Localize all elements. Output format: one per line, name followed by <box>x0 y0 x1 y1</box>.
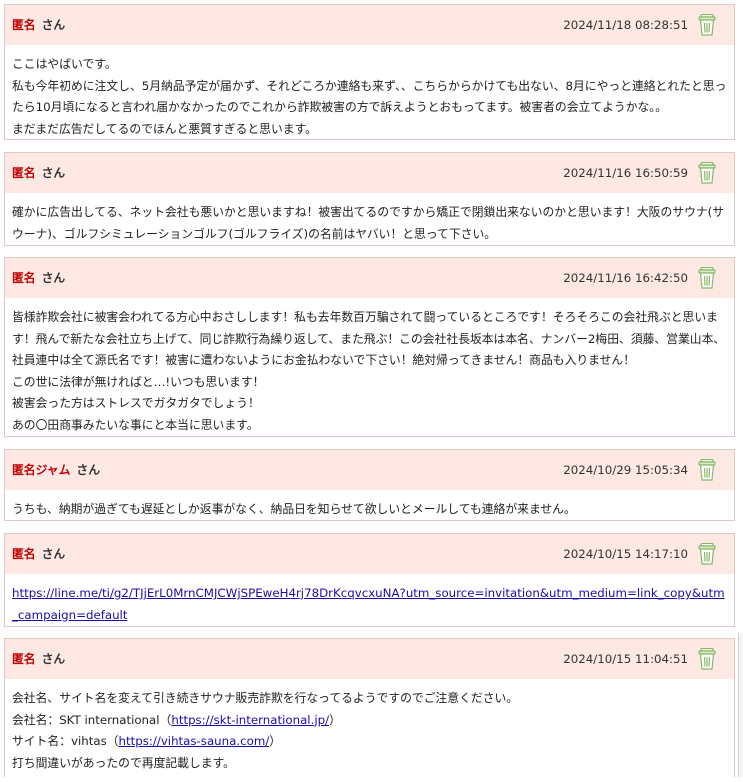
company-label: 会社名：SKT international（ <box>12 712 172 727</box>
comment-body: https://line.me/ti/g2/TJjErL0MrnCMJCWjSP… <box>5 574 734 634</box>
author-name: 匿名ジャム <box>12 463 71 477</box>
comment-author: 匿名 さん <box>12 546 65 562</box>
author-name: 匿名 <box>12 652 36 666</box>
comment-author: 匿名 さん <box>12 270 65 286</box>
site-line: サイト名：vihtas（https://vihtas-sauna.com/） <box>12 731 727 753</box>
comment-header: 匿名 さん 2024/11/18 08:28:51 <box>5 5 734 45</box>
trash-can-icon[interactable] <box>698 14 716 36</box>
comment-line: ここはやばいです。 <box>12 57 117 71</box>
comment-body: 皆様詐欺会社に被害会われてる方心中おさしします！私も去年数百万騙されて闘っている… <box>5 298 734 444</box>
author-name: 匿名 <box>12 547 36 561</box>
comment-body: 会社名、サイト名を変えて引き続きサウナ販売詐欺を行なってるようですのでご注意くだ… <box>5 679 734 782</box>
comment-header: 匿名 さん 2024/10/15 11:04:51 <box>5 639 734 679</box>
comment-header: 匿名 さん 2024/11/16 16:50:59 <box>5 153 734 193</box>
site-link[interactable]: https://vihtas-sauna.com/ <box>119 734 270 748</box>
trash-can-icon[interactable] <box>698 162 716 184</box>
comment-timestamp: 2024/10/29 15:05:34 <box>563 463 688 477</box>
comment-timestamp: 2024/11/16 16:50:59 <box>563 166 688 180</box>
comment-author: 匿名 さん <box>12 17 65 33</box>
comment-line: 確かに広告出してる、ネット会社も悪いかと思いますね！被害出てるのですから矯正で閉… <box>12 205 725 241</box>
comment-author: 匿名 さん <box>12 165 65 181</box>
trash-can-icon[interactable] <box>698 648 716 670</box>
comment-timestamp: 2024/11/16 16:42:50 <box>563 271 688 285</box>
comment-line: この世に法律が無ければと…!いつも思います！ <box>12 374 265 389</box>
author-name: 匿名 <box>12 271 36 285</box>
author-name: 匿名 <box>12 166 36 180</box>
comment-line: 会社名、サイト名を変えて引き続きサウナ販売詐欺を行なってるようですのでご注意くだ… <box>12 691 519 705</box>
comment-line: 被害会った方はストレスでガタガタでしょう！ <box>12 396 260 410</box>
author-suffix: さん <box>41 166 66 180</box>
scrollbar[interactable] <box>738 633 743 777</box>
author-suffix: さん <box>41 271 66 285</box>
comment-line: あの〇田商事みたいな事にと本当に思います。 <box>12 417 259 432</box>
site-close: ） <box>269 734 282 748</box>
trash-can-icon[interactable] <box>698 459 716 481</box>
comment-author: 匿名ジャム さん <box>12 462 100 478</box>
site-label: サイト名：vihtas（ <box>12 734 119 748</box>
comment-header: 匿名 さん 2024/11/16 16:42:50 <box>5 258 734 298</box>
comment-body: 確かに広告出してる、ネット会社も悪いかと思いますね！被害出てるのですから矯正で閉… <box>5 193 734 253</box>
author-suffix: さん <box>41 547 66 561</box>
comment-timestamp: 2024/10/15 11:04:51 <box>563 652 688 666</box>
comment-line: まだまだ広告だしてるのでほんと悪質すぎると思います。 <box>12 121 317 136</box>
company-line: 会社名：SKT international（https://skt-intern… <box>12 710 727 732</box>
comment-author: 匿名 さん <box>12 651 65 667</box>
company-link[interactable]: https://skt-international.jp/ <box>171 713 329 727</box>
comment-body: ここはやばいです。 私も今年初めに注文し、5月納品予定が届かず、それどころか連絡… <box>5 45 734 148</box>
comment-timestamp: 2024/11/18 08:28:51 <box>563 18 688 32</box>
comment-header: 匿名 さん 2024/10/15 14:17:10 <box>5 534 734 574</box>
company-close: ） <box>329 712 341 727</box>
comment-card: 匿名 さん 2024/11/16 16:42:50 皆様詐欺会社に被害会われてる方… <box>4 257 735 437</box>
author-name: 匿名 <box>12 18 36 32</box>
comment-body: うちも、納期が過ぎても遅延としか返事がなく、納品日を知らせて欲しいとメールしても… <box>5 490 734 529</box>
line-group-link[interactable]: https://line.me/ti/g2/TJjErL0MrnCMJCWjSP… <box>12 586 725 622</box>
trash-can-icon[interactable] <box>698 267 716 289</box>
author-suffix: さん <box>41 18 66 32</box>
comment-line: うちも、納期が過ぎても遅延としか返事がなく、納品日を知らせて欲しいとメールしても… <box>12 502 576 516</box>
comment-line: 皆様詐欺会社に被害会われてる方心中おさしします！私も去年数百万騙されて闘っている… <box>12 310 726 367</box>
comment-card: 匿名ジャム さん 2024/10/29 15:05:34 うちも、納期が過ぎても遅… <box>4 449 735 521</box>
comment-timestamp: 2024/10/15 14:17:10 <box>563 547 688 561</box>
comment-line: 打ち間違いがあったので再度記載します。 <box>12 755 235 770</box>
author-suffix: さん <box>76 463 101 477</box>
comment-card: 匿名 さん 2024/11/18 08:28:51 ここはやばいです。 私も今年初… <box>4 4 735 140</box>
trash-can-icon[interactable] <box>698 543 716 565</box>
comment-line: 私も今年初めに注文し、5月納品予定が届かず、それどころか連絡も来ず、、こちらから… <box>12 78 727 115</box>
comment-card: 匿名 さん 2024/10/15 11:04:51 会社名、サイト名を変えて引き続… <box>4 638 735 777</box>
author-suffix: さん <box>41 652 66 666</box>
comment-header: 匿名ジャム さん 2024/10/29 15:05:34 <box>5 450 734 490</box>
comment-card: 匿名 さん 2024/11/16 16:50:59 確かに広告出してる、ネット会社… <box>4 152 735 246</box>
comment-card: 匿名 さん 2024/10/15 14:17:10 https://line.me… <box>4 533 735 627</box>
